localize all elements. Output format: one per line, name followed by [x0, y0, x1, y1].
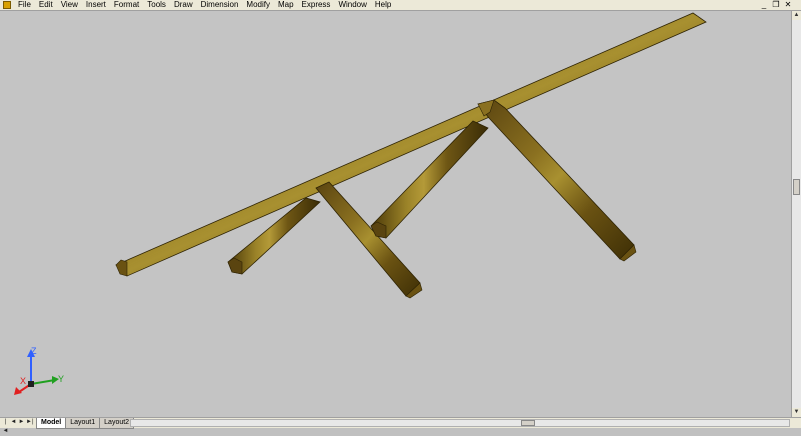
ucs-z-label: Z [31, 346, 37, 356]
menu-items: File Edit View Insert Format Tools Draw … [14, 0, 395, 10]
ucs-y-label: Y [58, 374, 64, 384]
last-tab-icon[interactable]: ►| [26, 418, 34, 427]
menu-insert[interactable]: Insert [82, 0, 110, 10]
vertical-scrollbar[interactable]: ▲ ▼ [791, 11, 801, 417]
layout-tab-bar: |◄ ◄ ► ►| Model Layout1 Layout2 [0, 417, 801, 434]
menu-edit[interactable]: Edit [35, 0, 57, 10]
menu-express[interactable]: Express [298, 0, 335, 10]
tab-model[interactable]: Model [36, 418, 67, 429]
layout-tabs: Model Layout1 Layout2 [36, 418, 135, 429]
app-icon[interactable] [3, 1, 11, 9]
window-controls: _ ❐ ✕ [759, 0, 793, 9]
tab-layout1[interactable]: Layout1 [65, 418, 101, 429]
horizontal-scrollbar[interactable] [130, 419, 790, 427]
model-viewport[interactable]: Z Y X [0, 11, 791, 417]
ucs-icon: Z Y X [14, 346, 64, 395]
menu-modify[interactable]: Modify [242, 0, 274, 10]
next-tab-icon[interactable]: ► [18, 418, 25, 427]
minimize-icon[interactable]: _ [759, 0, 769, 9]
tab-layout2[interactable]: Layout2 [99, 418, 135, 429]
menu-draw[interactable]: Draw [170, 0, 197, 10]
prev-tab-icon[interactable]: ◄ [10, 418, 17, 427]
scroll-up-icon[interactable]: ▲ [792, 11, 801, 20]
horizontal-scroll-thumb[interactable] [521, 420, 535, 426]
right-rafter[interactable] [477, 99, 637, 262]
menu-tools[interactable]: Tools [143, 0, 170, 10]
menu-format[interactable]: Format [110, 0, 143, 10]
menu-bar: File Edit View Insert Format Tools Draw … [0, 0, 801, 11]
menu-file[interactable]: File [14, 0, 35, 10]
menu-dimension[interactable]: Dimension [197, 0, 243, 10]
menu-map[interactable]: Map [274, 0, 298, 10]
ucs-x-label: X [20, 376, 26, 386]
menu-window[interactable]: Window [334, 0, 370, 10]
restore-icon[interactable]: ❐ [771, 0, 781, 9]
menu-help[interactable]: Help [371, 0, 395, 10]
tab-nav-buttons: |◄ ◄ ► ►| [2, 418, 34, 434]
scroll-down-icon[interactable]: ▼ [792, 408, 801, 417]
vertical-scroll-thumb[interactable] [793, 179, 800, 195]
first-tab-icon[interactable]: |◄ [2, 418, 9, 434]
close-icon[interactable]: ✕ [783, 0, 793, 9]
menu-view[interactable]: View [57, 0, 82, 10]
viewport-canvas[interactable]: Z Y X [0, 11, 791, 417]
